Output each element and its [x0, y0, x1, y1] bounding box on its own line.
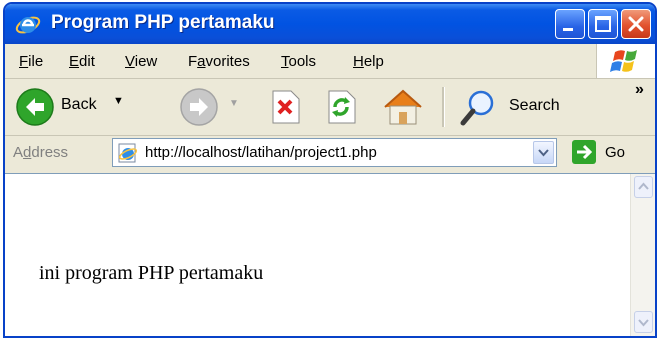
vertical-scrollbar[interactable]: [630, 174, 655, 336]
back-label: Back: [61, 96, 97, 113]
address-dropdown-button[interactable]: [533, 141, 554, 164]
page-content: ini program PHP pertamaku: [5, 173, 655, 336]
menu-file[interactable]: File: [19, 53, 43, 70]
minimize-button[interactable]: [555, 9, 585, 39]
scroll-down-button[interactable]: [634, 311, 653, 333]
menu-bar: File Edit View Favorites Tools Help: [5, 44, 655, 79]
forward-arrow-icon: [180, 88, 218, 126]
chevron-down-icon: [538, 149, 549, 157]
forward-dropdown-icon[interactable]: ▼: [229, 98, 239, 109]
search-icon: [460, 90, 494, 126]
scroll-down-icon: [638, 319, 649, 327]
maximize-icon: [595, 16, 611, 32]
address-field[interactable]: http://localhost/latihan/project1.php: [112, 138, 557, 167]
window-title: Program PHP pertamaku: [51, 12, 275, 33]
menu-favorites[interactable]: Favorites: [188, 53, 250, 70]
standard-toolbar: Back ▼ ▼ Search »: [5, 79, 655, 136]
search-button[interactable]: Search: [457, 85, 587, 129]
address-url: http://localhost/latihan/project1.php: [145, 144, 377, 161]
home-button[interactable]: [381, 85, 425, 129]
menu-edit[interactable]: Edit: [69, 53, 95, 70]
windows-logo-box: [596, 44, 655, 78]
back-dropdown-icon[interactable]: ▼: [113, 95, 124, 107]
page-body-text: ini program PHP pertamaku: [39, 262, 264, 284]
refresh-button[interactable]: [321, 87, 361, 127]
scroll-up-button[interactable]: [634, 176, 653, 198]
search-label: Search: [509, 97, 560, 114]
address-label: Address: [13, 144, 69, 161]
stop-button[interactable]: [265, 87, 305, 127]
toolbar-overflow-chevron[interactable]: »: [635, 81, 644, 99]
back-arrow-icon: [16, 88, 54, 126]
menu-tools[interactable]: Tools: [281, 53, 316, 70]
toolbar-separator: [442, 87, 445, 127]
go-button[interactable]: Go: [571, 139, 641, 167]
stop-icon: [272, 90, 300, 124]
forward-button[interactable]: ▼: [177, 85, 247, 129]
close-button[interactable]: [621, 9, 651, 39]
page-icon: [118, 143, 138, 163]
title-bar[interactable]: Program PHP pertamaku: [5, 4, 655, 44]
back-button[interactable]: Back ▼: [13, 85, 161, 129]
go-arrow-icon: [572, 140, 596, 164]
address-bar: Address http://localhost/latihan/project…: [5, 136, 655, 170]
minimize-icon: [563, 28, 573, 31]
refresh-icon: [328, 90, 356, 124]
browser-window: Program PHP pertamaku File Edit View Fav…: [3, 2, 657, 338]
menu-help[interactable]: Help: [353, 53, 384, 70]
close-icon: [628, 16, 644, 32]
go-label: Go: [605, 144, 626, 161]
maximize-button[interactable]: [588, 9, 618, 39]
home-icon: [384, 89, 422, 125]
scroll-up-icon: [638, 182, 649, 190]
menu-view[interactable]: View: [125, 53, 157, 70]
windows-logo-icon: [610, 50, 637, 72]
internet-explorer-icon: [15, 16, 41, 34]
